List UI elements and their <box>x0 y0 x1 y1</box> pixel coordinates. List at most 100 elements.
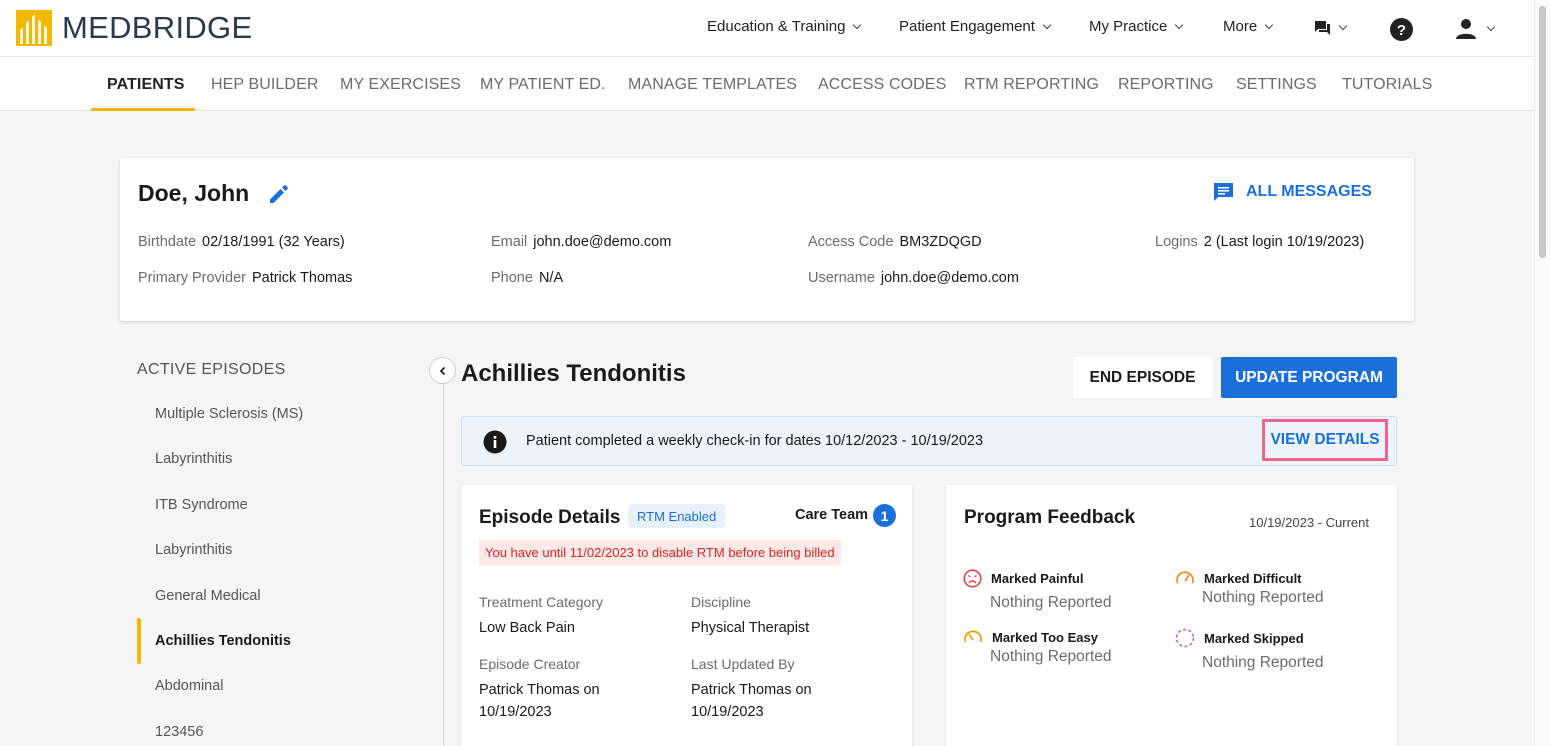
tab-my-exercises[interactable]: MY EXERCISES <box>340 76 461 94</box>
episode-details-card: Episode Details RTM Enabled Care Team 1 … <box>461 485 912 746</box>
nav-more[interactable]: More <box>1223 18 1274 35</box>
feedback-skipped: Marked Skipped Nothing Reported <box>1175 628 1324 672</box>
tab-reporting[interactable]: REPORTING <box>1118 76 1214 94</box>
tab-settings[interactable]: SETTINGS <box>1236 76 1317 94</box>
message-icon <box>1214 183 1233 201</box>
difficulty-gauge-icon <box>1176 571 1194 584</box>
check-in-banner: Patient completed a weekly check-in for … <box>461 416 1397 466</box>
scrollbar-thumb[interactable] <box>1539 6 1546 258</box>
field-value: john.doe@demo.com <box>533 234 672 250</box>
tab-access-codes[interactable]: ACCESS CODES <box>818 76 946 94</box>
episode-details-title: Episode Details <box>479 507 621 528</box>
last-updated-date: 10/19/2023 <box>691 704 764 720</box>
tab-patients[interactable]: PATIENTS <box>107 76 185 94</box>
rtm-enabled-badge: RTM Enabled <box>628 504 726 528</box>
secondary-nav: PATIENTS HEP BUILDER MY EXERCISES MY PAT… <box>0 57 1534 111</box>
field-value: 02/18/1991 (32 Years) <box>202 234 345 250</box>
treatment-category-value: Low Back Pain <box>479 620 575 636</box>
banner-message: Patient completed a weekly check-in for … <box>526 433 984 449</box>
nav-education-training[interactable]: Education & Training <box>707 18 862 35</box>
treatment-category-label: Treatment Category <box>479 594 603 610</box>
edit-pencil-icon[interactable] <box>268 183 290 205</box>
messages-menu-button[interactable] <box>1314 20 1348 36</box>
episode-creator-label: Episode Creator <box>479 656 581 672</box>
episode-item[interactable]: Labyrinthitis <box>155 542 232 558</box>
program-feedback-card: Program Feedback 10/19/2023 - Current Ma… <box>946 485 1397 746</box>
logo-mark-icon <box>16 10 52 46</box>
feedback-label: Marked Too Easy <box>992 629 1098 645</box>
episode-item-active[interactable]: Achillies Tendonitis <box>155 633 291 649</box>
end-episode-button[interactable]: END EPISODE <box>1073 357 1212 398</box>
svg-text:?: ? <box>1397 22 1406 39</box>
user-icon <box>1456 19 1476 39</box>
feedback-label: Marked Painful <box>991 571 1084 586</box>
update-program-button[interactable]: UPDATE PROGRAM <box>1221 357 1397 398</box>
top-bar: MEDBRIDGE Education & Training Patient E… <box>0 0 1534 57</box>
active-tab-indicator <box>91 108 195 111</box>
active-episodes-heading: ACTIVE EPISODES <box>137 361 286 378</box>
chevron-down-icon <box>1042 20 1052 29</box>
feedback-value: Nothing Reported <box>990 594 1112 611</box>
tab-hep-builder[interactable]: HEP BUILDER <box>211 76 319 94</box>
view-details-link[interactable]: VIEW DETAILS <box>1262 419 1388 461</box>
chevron-down-icon <box>1175 20 1184 29</box>
care-team-count-badge[interactable]: 1 <box>873 504 896 527</box>
tab-tutorials[interactable]: TUTORIALS <box>1342 76 1432 94</box>
chevron-down-icon <box>1264 20 1274 29</box>
field-label: Email <box>491 234 528 250</box>
phone-field: Phone N/A <box>491 270 563 286</box>
chevron-down-icon <box>853 20 862 29</box>
program-feedback-title: Program Feedback <box>964 507 1136 528</box>
username-field: Username john.doe@demo.com <box>808 270 1019 286</box>
user-menu-button[interactable] <box>1455 18 1496 40</box>
field-label: Logins <box>1155 234 1198 250</box>
feedback-date-range: 10/19/2023 - Current <box>1249 515 1369 530</box>
tab-manage-templates[interactable]: MANAGE TEMPLATES <box>628 76 797 94</box>
field-label: Birthdate <box>138 234 197 250</box>
email-field: Email john.doe@demo.com <box>491 234 671 250</box>
care-team-label[interactable]: Care Team <box>795 507 868 523</box>
field-label: Access Code <box>808 234 894 250</box>
brand-name: MEDBRIDGE <box>62 10 253 45</box>
logins-field: Logins 2 (Last login 10/19/2023) <box>1155 234 1364 250</box>
patient-info-card: Doe, John ALL MESSAGES Birthdate 02/18/19… <box>120 158 1414 321</box>
skipped-dashed-circle-icon <box>1175 628 1195 648</box>
tab-my-patient-ed[interactable]: MY PATIENT ED. <box>480 76 606 94</box>
tab-rtm-reporting[interactable]: RTM REPORTING <box>964 76 1099 94</box>
feedback-label: Marked Skipped <box>1204 630 1304 646</box>
feedback-value: Nothing Reported <box>990 648 1112 665</box>
episode-item[interactable]: Multiple Sclerosis (MS) <box>155 406 303 422</box>
field-label: Username <box>808 270 875 286</box>
episode-item[interactable]: General Medical <box>155 588 261 604</box>
chevron-down-icon <box>1486 22 1496 32</box>
active-episode-indicator <box>137 618 141 664</box>
all-messages-label: ALL MESSAGES <box>1246 183 1372 200</box>
field-label: Primary Provider <box>138 270 246 286</box>
rtm-billing-warning: You have until 11/02/2023 to disable RTM… <box>479 540 841 565</box>
sidebar-divider <box>443 384 444 746</box>
nav-patient-engagement[interactable]: Patient Engagement <box>899 18 1052 35</box>
collapse-sidebar-button[interactable] <box>429 357 456 384</box>
medbridge-logo[interactable]: MEDBRIDGE <box>16 10 252 46</box>
feedback-label: Marked Difficult <box>1204 570 1302 586</box>
all-messages-link[interactable]: ALL MESSAGES <box>1213 182 1372 202</box>
last-updated-value: Patrick Thomas on <box>691 682 812 698</box>
nav-label: Education & Training <box>707 18 846 35</box>
episode-item[interactable]: 123456 <box>155 724 203 740</box>
episode-title: Achillies Tendonitis <box>461 360 686 387</box>
episode-item[interactable]: Labyrinthitis <box>155 451 232 467</box>
info-icon <box>483 430 507 454</box>
easy-gauge-icon <box>964 630 982 643</box>
last-updated-label: Last Updated By <box>691 656 795 672</box>
episode-item[interactable]: ITB Syndrome <box>155 497 248 513</box>
episode-item[interactable]: Abdominal <box>155 678 224 694</box>
feedback-too-easy: Marked Too Easy Nothing Reported <box>963 628 1112 666</box>
primary-provider-field: Primary Provider Patrick Thomas <box>138 270 352 286</box>
nav-label: Patient Engagement <box>899 18 1035 35</box>
nav-label: My Practice <box>1089 18 1168 35</box>
help-button[interactable]: ? <box>1390 18 1413 41</box>
feedback-difficult: Marked Difficult Nothing Reported <box>1175 569 1324 607</box>
nav-my-practice[interactable]: My Practice <box>1089 18 1184 35</box>
messages-icon <box>1315 21 1330 35</box>
feedback-painful: Marked Painful Nothing Reported <box>963 569 1112 612</box>
